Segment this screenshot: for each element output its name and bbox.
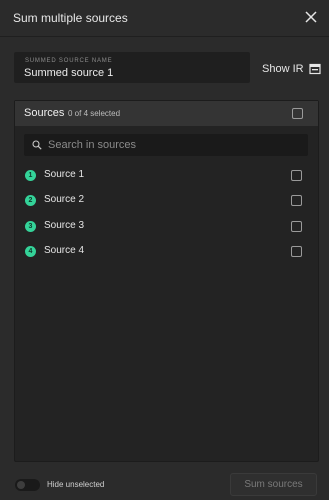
hide-unselected-toggle[interactable] — [15, 479, 40, 491]
dialog-footer: Hide unselected Sum sources — [0, 470, 329, 500]
source-checkbox[interactable] — [291, 170, 302, 181]
sources-panel: Sources 0 of 4 selected 1 Source 1 2 Sou… — [14, 100, 319, 462]
source-number-badge: 3 — [25, 221, 36, 232]
source-label: Source 4 — [44, 245, 85, 256]
sum-sources-dialog: Sum multiple sources SUMMED SOURCE NAME … — [0, 0, 329, 500]
source-row-1[interactable]: 1 Source 1 — [15, 166, 318, 186]
source-label: Source 1 — [44, 169, 85, 180]
source-row-3[interactable]: 3 Source 3 — [15, 217, 318, 237]
dialog-header: Sum multiple sources — [0, 0, 329, 37]
select-all-checkbox[interactable] — [292, 108, 303, 119]
source-row-4[interactable]: 4 Source 4 — [15, 242, 318, 262]
window-icon — [308, 63, 321, 75]
dialog-title: Sum multiple sources — [13, 11, 128, 25]
hide-unselected-label: Hide unselected — [47, 480, 105, 489]
sources-panel-header: Sources 0 of 4 selected — [15, 101, 318, 126]
selected-count: 0 of 4 selected — [68, 109, 121, 118]
summed-source-name-value[interactable]: Summed source 1 — [24, 67, 113, 79]
show-ir-button[interactable]: Show IR — [262, 62, 321, 76]
summed-source-name-label: SUMMED SOURCE NAME — [25, 58, 113, 64]
search-icon — [32, 140, 42, 150]
source-row-2[interactable]: 2 Source 2 — [15, 191, 318, 211]
source-checkbox[interactable] — [291, 221, 302, 232]
close-icon[interactable] — [303, 9, 319, 25]
source-checkbox[interactable] — [291, 246, 302, 257]
search-input[interactable] — [48, 134, 304, 156]
source-search[interactable] — [24, 134, 308, 156]
toggle-knob — [17, 481, 25, 489]
source-label: Source 2 — [44, 194, 85, 205]
source-checkbox[interactable] — [291, 195, 302, 206]
sum-sources-button[interactable]: Sum sources — [230, 473, 317, 496]
summed-source-name-field[interactable]: SUMMED SOURCE NAME Summed source 1 — [14, 52, 250, 83]
source-label: Source 3 — [44, 220, 85, 231]
show-ir-label: Show IR — [262, 63, 304, 75]
source-number-badge: 2 — [25, 195, 36, 206]
sources-title: Sources — [24, 107, 65, 119]
source-number-badge: 1 — [25, 170, 36, 181]
source-number-badge: 4 — [25, 246, 36, 257]
